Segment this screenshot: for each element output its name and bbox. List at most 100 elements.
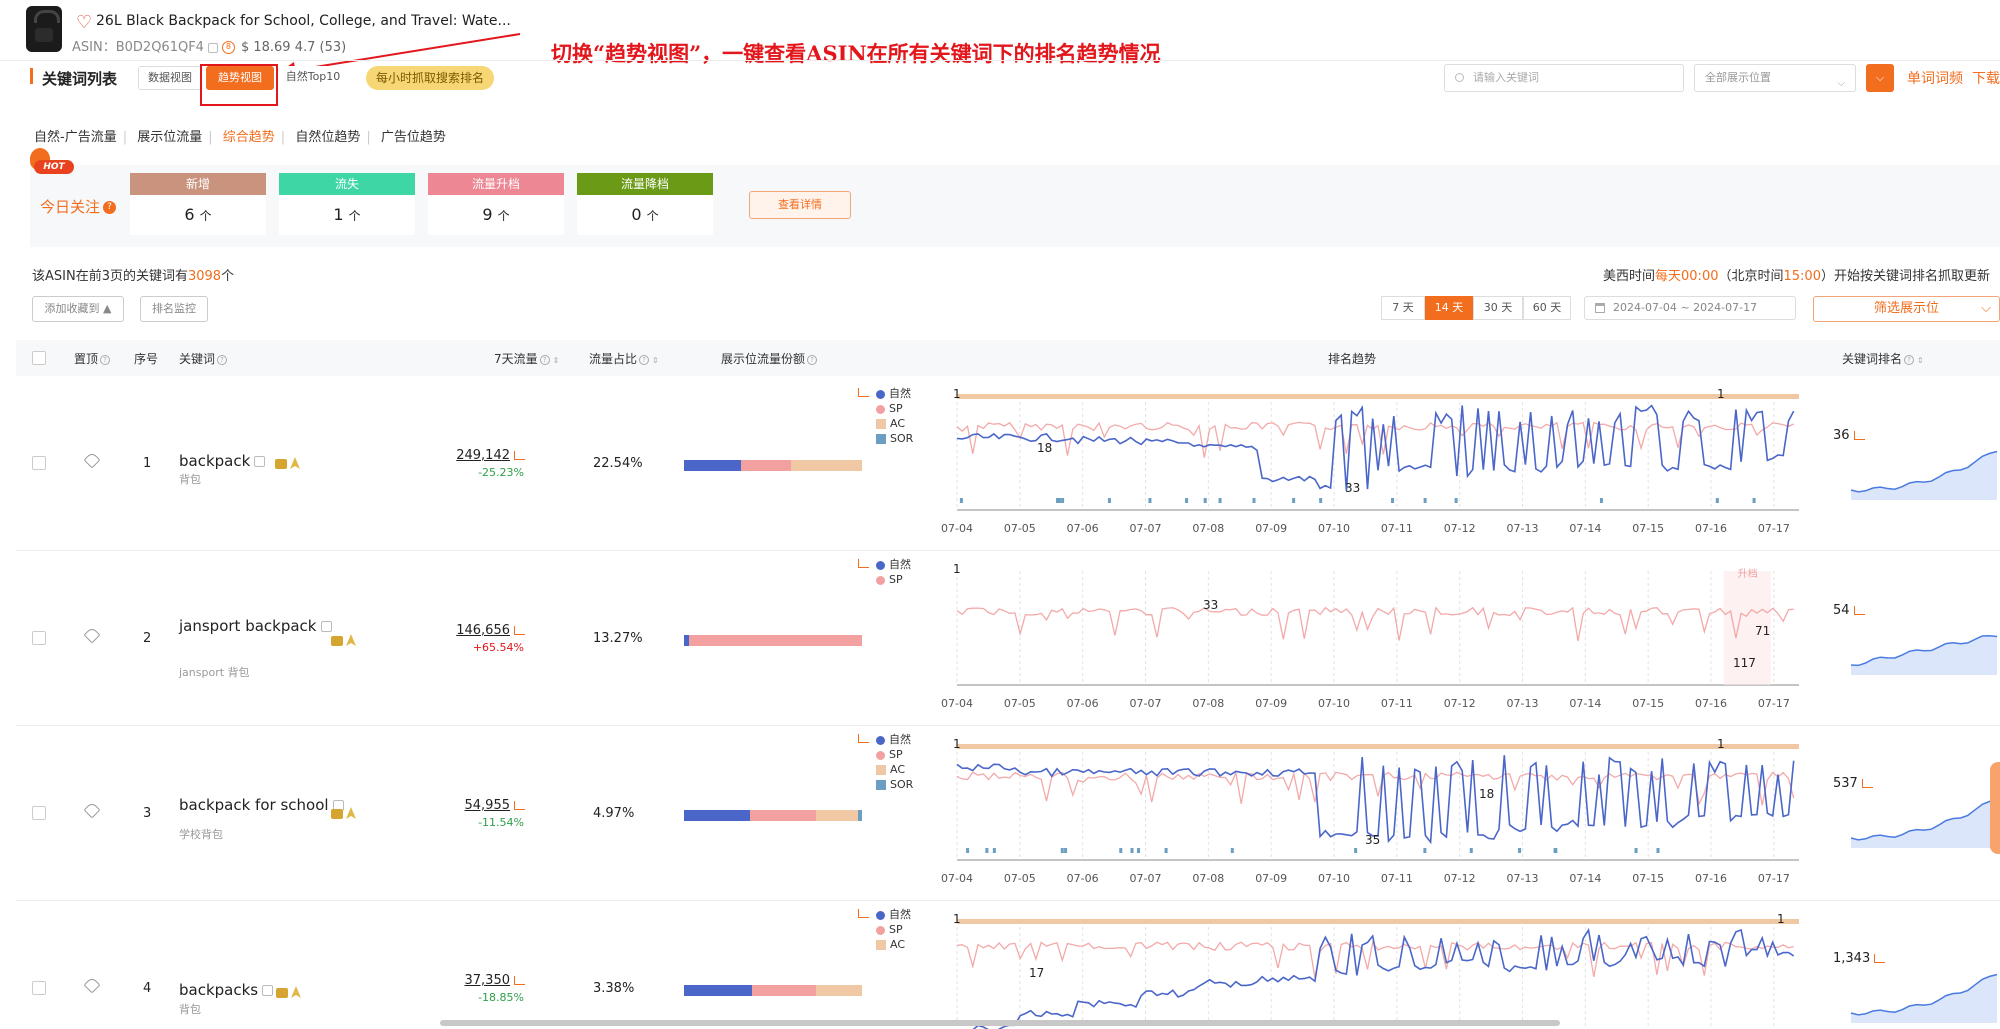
rank-monitor-button[interactable]: 排名监控 [140,296,208,322]
rank-trend-chart[interactable]: 07-0407-0507-0607-0707-0807-0907-1007-11… [941,380,1811,550]
legend-item[interactable]: AC [876,416,913,431]
legend-item[interactable]: 自然 [858,907,911,922]
legend-item[interactable]: 自然 [858,732,913,747]
chart-toggle-icon[interactable] [858,909,869,918]
col-keyword-rank[interactable]: 关键词排名? ⇕ [1842,350,1924,367]
trend-chart-icon[interactable] [1861,779,1873,788]
tag-icon[interactable] [83,626,101,644]
legend-item[interactable]: AC [876,762,913,777]
range-14d-button[interactable]: 14 天 [1425,296,1473,320]
stat-card-lost[interactable]: 流失 1 个 [279,173,415,235]
sort-icon[interactable]: ⇕ [553,356,560,365]
help-icon[interactable]: ? [639,354,650,365]
flow-value[interactable]: 37,350 [465,973,511,988]
chart-toggle-icon[interactable] [858,388,869,397]
tab-organic-trend[interactable]: 自然位趋势 [293,130,362,145]
chart-toggle-icon[interactable] [858,559,869,568]
sort-icon[interactable]: ⇕ [652,356,659,365]
help-icon[interactable]: ? [103,201,117,214]
sort-icon[interactable]: ⇕ [1917,356,1924,365]
stat-card-flow-down[interactable]: 流量降档 0 个 [577,173,713,235]
help-icon[interactable]: ? [1904,354,1915,365]
keyword-text[interactable]: backpack for school [179,796,344,814]
help-icon[interactable]: ? [539,354,550,365]
product-title[interactable]: 26L Black Backpack for School, College, … [96,13,511,29]
table-row[interactable]: 4backpacks背包37,350-18.85%3.38%自然SPAC07-0… [16,901,2000,1029]
row-checkbox[interactable] [32,981,46,995]
col-flow-share[interactable]: 流量占比? ⇕ [589,350,659,367]
favorite-heart-icon[interactable]: ♡ [76,12,92,33]
keyword-rank[interactable]: 36 [1833,428,1865,443]
add-favorite-button[interactable]: 添加收藏到 ▲ [32,296,124,322]
trend-chart-icon[interactable] [1874,954,1886,963]
keyword-text[interactable]: jansport backpack [179,617,332,635]
keyword-text[interactable]: backpacks [179,981,274,999]
legend-item[interactable]: SP [876,572,911,587]
keyword-search-input[interactable]: 请输入关键词 [1444,64,1684,92]
position-share-bar[interactable] [684,985,862,996]
position-share-bar[interactable] [684,810,862,821]
rank-trend-chart[interactable]: 07-0407-0507-0607-0707-0807-0907-1007-11… [941,555,1811,725]
row-checkbox[interactable] [32,456,46,470]
range-60d-button[interactable]: 60 天 [1523,296,1571,320]
view-details-button[interactable]: 查看详情 [749,191,851,219]
copy-icon[interactable] [320,621,332,632]
trend-chart-icon[interactable] [514,451,525,460]
tab-ad-trend[interactable]: 广告位趋势 [379,130,448,145]
hourly-rank-badge[interactable]: 每小时抓取搜索排名 [366,66,494,90]
legend-item[interactable]: SOR [876,777,913,792]
rank-trend-chart[interactable]: 07-0407-0507-0607-0707-0807-0907-1007-11… [941,905,1811,1029]
keyword-rank[interactable]: 54 [1833,603,1865,618]
row-checkbox[interactable] [32,631,46,645]
legend-item[interactable]: SOR [876,431,913,446]
legend-item[interactable]: 自然 [858,386,913,401]
stat-card-new[interactable]: 新增 6 个 [130,173,266,235]
keyword-label[interactable]: backpacks [179,981,258,999]
tab-position-flow[interactable]: 展示位流量 [135,130,204,145]
keyword-rank[interactable]: 537 [1833,776,1873,791]
flow-7d[interactable]: 54,955 [445,798,525,813]
keyword-label[interactable]: jansport backpack [179,617,317,635]
copy-icon[interactable] [207,42,218,53]
trend-chart-icon[interactable] [514,976,525,985]
dropdown-toggle-button[interactable]: ⌵ [1866,64,1894,92]
legend-item[interactable]: SP [876,747,913,762]
table-row[interactable]: 3 backpack for school 学校背包 54,955 -11.54% 4.9… [16,726,2000,901]
organic-top10-button[interactable]: 自然Top10 [278,66,348,90]
position-share-bar[interactable] [684,635,862,646]
keyword-label[interactable]: backpack for school [179,796,329,814]
data-view-button[interactable]: 数据视图 [138,66,202,90]
copy-icon[interactable] [254,456,266,467]
tab-organic-ad-flow[interactable]: 自然-广告流量 [32,130,119,145]
flow-7d[interactable]: 249,142 [445,448,525,463]
trend-chart-icon[interactable] [514,801,525,810]
position-share-bar[interactable] [684,460,862,471]
tag-icon[interactable] [83,451,101,469]
copy-icon[interactable] [262,985,274,996]
chart-toggle-icon[interactable] [858,734,869,743]
trend-chart-icon[interactable] [1853,431,1865,440]
help-icon[interactable]: ? [100,354,111,365]
tab-combined-trend[interactable]: 综合趋势 [221,130,277,145]
trend-chart-icon[interactable] [514,626,525,635]
download-link[interactable]: 下载 [1972,68,2000,88]
flow-value[interactable]: 146,656 [456,623,510,638]
table-row[interactable]: 2 jansport backpack jansport 背包 146,656 +65.… [16,551,2000,726]
position-select[interactable]: 全部展示位置 ⌵ [1694,64,1856,92]
legend-item[interactable]: AC [876,937,911,952]
flow-value[interactable]: 54,955 [465,798,511,813]
range-7d-button[interactable]: 7 天 [1381,296,1425,320]
rank-trend-chart[interactable]: 07-0407-0507-0607-0707-0807-0907-1007-11… [941,730,1811,900]
legend-item[interactable]: SP [876,922,911,937]
product-thumbnail[interactable] [26,6,62,52]
stat-card-flow-up[interactable]: 流量升档 9 个 [428,173,564,235]
filter-positions-select[interactable]: 筛选展示位 ⌵ [1813,296,2000,322]
legend-item[interactable]: 自然 [858,557,911,572]
select-all-checkbox[interactable] [32,351,46,365]
tag-icon[interactable] [83,976,101,994]
date-range-picker[interactable]: 2024-07-04 ~ 2024-07-17 [1584,296,1796,320]
keyword-text[interactable]: backpack [179,452,266,470]
horizontal-scrollbar[interactable] [440,1020,1560,1026]
single-word-frequency-link[interactable]: 单词词频 [1907,68,1963,88]
keyword-label[interactable]: backpack [179,452,250,470]
